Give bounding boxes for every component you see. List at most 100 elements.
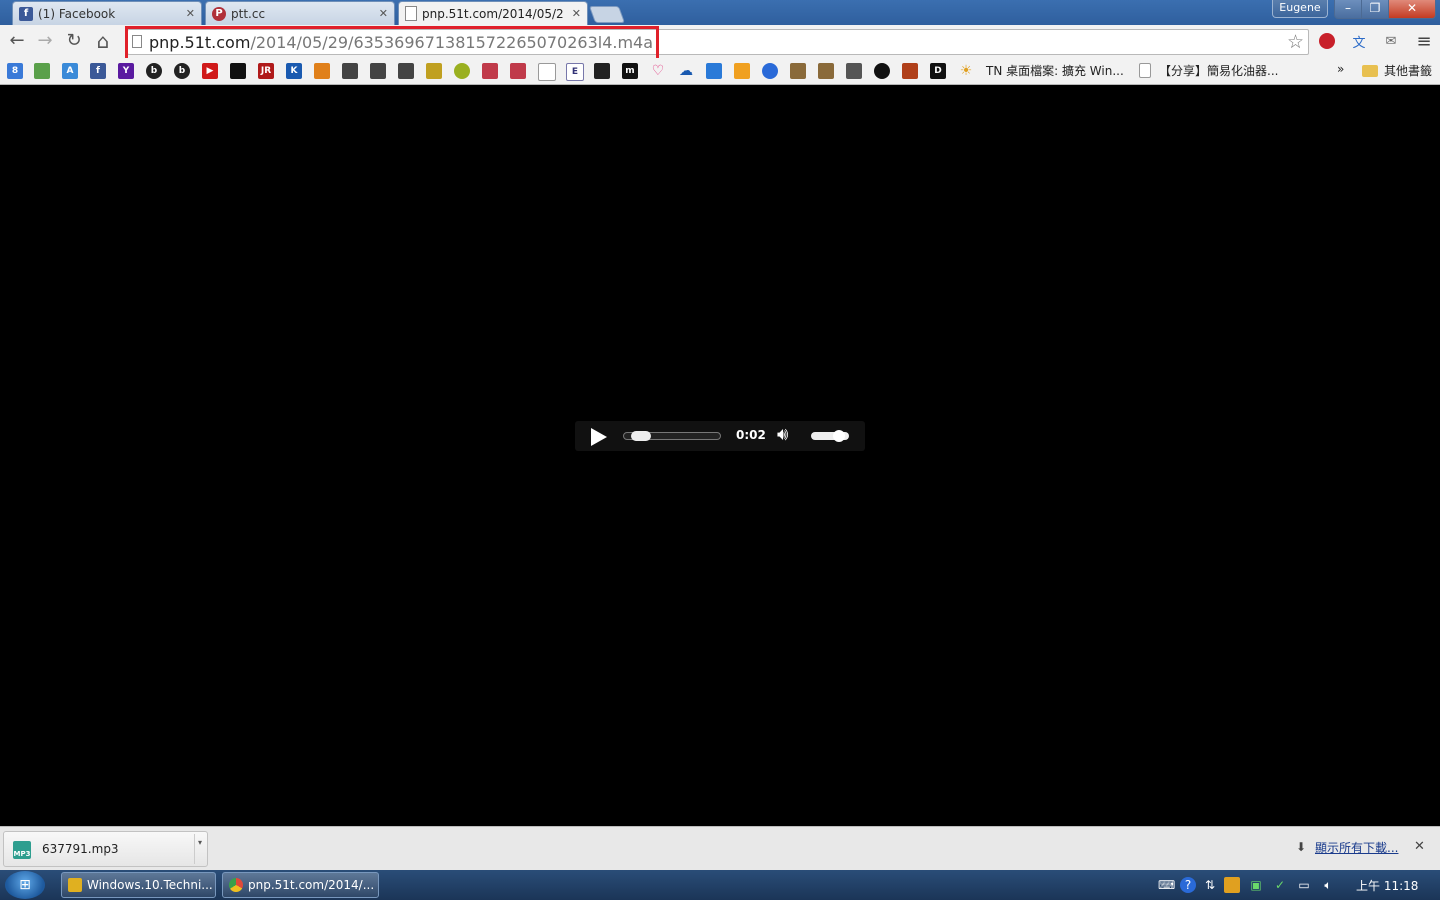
audio-player: 0:02 🔊︎ xyxy=(575,421,865,451)
bookmark-b2-icon[interactable]: b xyxy=(174,63,190,79)
bookmark-face-icon[interactable] xyxy=(874,63,890,79)
bookmark-e-icon[interactable]: E xyxy=(566,63,584,81)
bookmark-doc-icon[interactable] xyxy=(846,63,862,79)
bookmark-orange-icon[interactable] xyxy=(734,63,750,79)
other-bookmarks[interactable]: 其他書籤 xyxy=(1384,62,1432,79)
bookmark-star-icon[interactable]: ☆ xyxy=(1287,31,1304,53)
bookmark-share[interactable]: 【分享】簡易化油器... xyxy=(1159,62,1278,79)
volume-icon[interactable]: 🔊︎ xyxy=(777,424,788,445)
tab-ptt[interactable]: P ptt.cc ✕ xyxy=(205,1,395,25)
home-button[interactable]: ⌂ xyxy=(91,28,115,54)
download-file-name: 637791.mp3 xyxy=(42,842,119,856)
bookmark-red2-icon[interactable] xyxy=(510,63,526,79)
mail-extension-icon[interactable]: ✉ xyxy=(1381,31,1401,51)
seek-thumb[interactable] xyxy=(630,431,651,441)
download-shelf: MP3 637791.mp3 ▾ ⬇ 顯示所有下載... ✕ xyxy=(0,826,1440,871)
close-window-button[interactable]: ✕ xyxy=(1388,0,1436,19)
facebook-icon: f xyxy=(19,6,33,21)
page-icon xyxy=(405,6,417,21)
tab-strip: f (1) Facebook ✕ P ptt.cc ✕ pnp.51t.com/… xyxy=(0,0,1440,25)
bookmark-car2-icon[interactable] xyxy=(370,63,386,79)
bookmark-heart-icon[interactable]: ♡ xyxy=(650,63,666,79)
windows-taskbar: ⊞ Windows.10.Techni... pnp.51t.com/2014/… xyxy=(0,870,1440,900)
bookmark-car3-icon[interactable] xyxy=(398,63,414,79)
bookmark-k-icon[interactable]: K xyxy=(286,63,302,79)
tab-close-icon[interactable]: ✕ xyxy=(572,7,581,20)
tab-close-icon[interactable]: ✕ xyxy=(379,7,388,20)
ptt-icon: P xyxy=(212,6,226,21)
bookmark-translate-icon[interactable]: A xyxy=(62,63,78,79)
bookmark-red1-icon[interactable] xyxy=(482,63,498,79)
taskbar-window-1[interactable]: Windows.10.Techni... xyxy=(61,872,216,898)
close-shelf-button[interactable]: ✕ xyxy=(1414,839,1425,854)
bookmark-page-icon[interactable] xyxy=(538,63,556,81)
bookmark-overflow-button[interactable]: » xyxy=(1337,62,1344,76)
bookmark-blue-icon[interactable] xyxy=(706,63,722,79)
bookmark-globe-icon[interactable] xyxy=(762,63,778,79)
bookmark-m-icon[interactable]: m xyxy=(622,63,638,79)
power-extension-icon[interactable] xyxy=(1317,31,1337,51)
url-highlight-box xyxy=(125,26,659,61)
app-icon xyxy=(68,878,82,892)
download-arrow-icon: ⬇ xyxy=(1296,840,1307,854)
bookmark-film1-icon[interactable] xyxy=(790,63,806,79)
bookmark-jr-icon[interactable]: JR xyxy=(258,63,274,79)
minimize-button[interactable]: – xyxy=(1334,0,1362,19)
start-button[interactable]: ⊞ xyxy=(5,871,45,899)
bookmark-photos-icon[interactable] xyxy=(34,63,50,79)
chrome-menu-icon[interactable]: ≡ xyxy=(1414,31,1434,52)
new-tab-button[interactable] xyxy=(588,6,626,23)
download-item[interactable]: MP3 637791.mp3 ▾ xyxy=(3,831,208,867)
bookmark-yahoo-icon[interactable]: Y xyxy=(118,63,134,79)
arrow-tray-icon[interactable]: ⇅ xyxy=(1202,877,1218,893)
bookmark-flame-icon[interactable] xyxy=(314,63,330,79)
taskbar-window-title: Windows.10.Techni... xyxy=(87,878,213,892)
play-button[interactable] xyxy=(591,428,607,446)
tab-title: pnp.51t.com/2014/05/2 xyxy=(422,6,564,21)
help-tray-icon[interactable]: ? xyxy=(1180,877,1196,893)
forward-button[interactable]: → xyxy=(33,28,57,54)
bookmark-b1-icon[interactable]: b xyxy=(146,63,162,79)
bookmark-cloud-icon[interactable]: ☁ xyxy=(678,63,694,79)
bookmark-fire-icon[interactable] xyxy=(902,63,918,79)
network-tray-icon[interactable]: ▭ xyxy=(1296,877,1312,893)
bookmark-google-icon[interactable]: 8 xyxy=(7,63,23,79)
bookmark-tn-icon: ☀ xyxy=(959,63,973,79)
tab-title: ptt.cc xyxy=(231,6,266,21)
tab-close-icon[interactable]: ✕ xyxy=(186,7,195,20)
bookmark-shield-icon[interactable] xyxy=(426,63,442,79)
app-tray-icon[interactable] xyxy=(1224,877,1240,893)
volume-thumb[interactable] xyxy=(833,430,846,442)
folder-icon xyxy=(1362,65,1378,77)
taskbar-window-2[interactable]: pnp.51t.com/2014/... xyxy=(222,872,379,898)
bookmark-dark-icon[interactable] xyxy=(230,63,246,79)
chrome-icon xyxy=(229,878,243,892)
bookmark-tn[interactable]: TN 桌面檔案: 擴充 Win... xyxy=(986,62,1124,79)
translate-extension-icon[interactable]: 文 xyxy=(1349,31,1369,51)
security-tray-icon[interactable]: ✓ xyxy=(1272,877,1288,893)
bookmark-film2-icon[interactable] xyxy=(818,63,834,79)
tab-active-m4a[interactable]: pnp.51t.com/2014/05/2 ✕ xyxy=(398,1,588,25)
tab-facebook[interactable]: f (1) Facebook ✕ xyxy=(12,1,202,25)
bookmark-dark2-icon[interactable] xyxy=(594,63,610,79)
taskbar-clock[interactable]: 上午 11:18 xyxy=(1356,877,1418,894)
download-divider xyxy=(194,834,195,864)
time-display: 0:02 xyxy=(736,428,766,442)
maximize-button[interactable]: ❐ xyxy=(1361,0,1389,19)
mp3-file-icon: MP3 xyxy=(13,841,31,859)
volume-tray-icon[interactable]: 🔈︎ xyxy=(1320,877,1336,893)
profile-button[interactable]: Eugene xyxy=(1272,0,1328,18)
reload-button[interactable]: ↻ xyxy=(62,28,86,54)
bookmark-car1-icon[interactable] xyxy=(342,63,358,79)
bookmarks-bar: 8 A f Y b b ▶ JR K E m ♡ ☁ D ☀ TN 桌面檔案: … xyxy=(0,58,1440,85)
keyboard-tray-icon[interactable]: ⌨ xyxy=(1158,877,1175,893)
bookmark-d-icon[interactable]: D xyxy=(930,63,946,79)
show-all-downloads-link[interactable]: 顯示所有下載... xyxy=(1315,839,1398,856)
bookmark-facebook-icon[interactable]: f xyxy=(90,63,106,79)
taskbar-window-title: pnp.51t.com/2014/... xyxy=(248,878,375,892)
back-button[interactable]: ← xyxy=(5,28,29,54)
bookmark-green-icon[interactable] xyxy=(454,63,470,79)
bookmark-youtube-icon[interactable]: ▶ xyxy=(202,63,218,79)
download-menu-chevron-icon[interactable]: ▾ xyxy=(198,838,202,847)
network-share-tray-icon[interactable]: ▣ xyxy=(1248,877,1264,893)
